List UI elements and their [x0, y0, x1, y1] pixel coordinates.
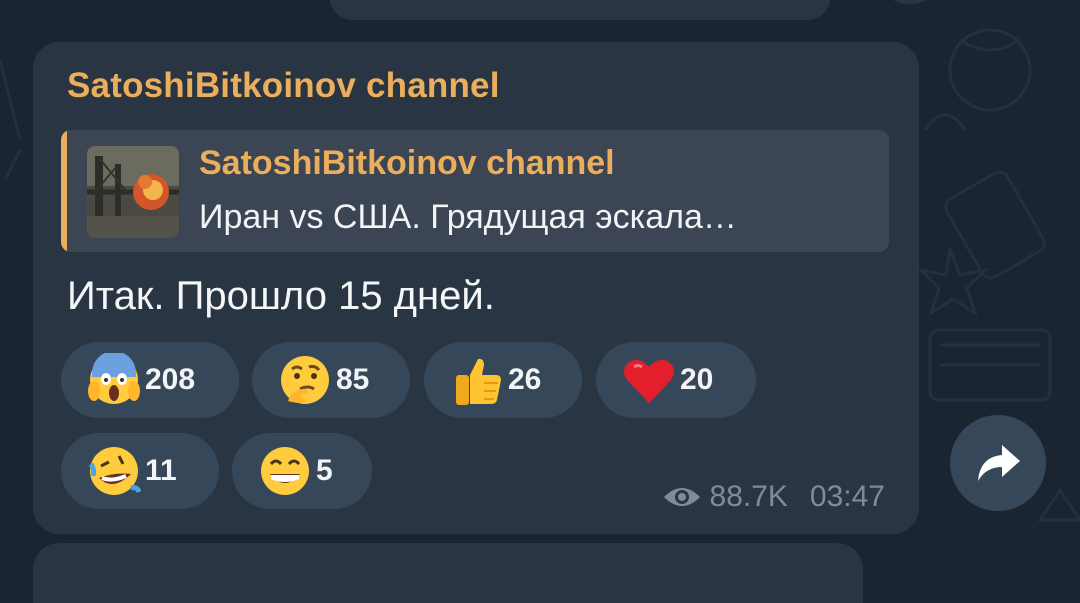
- reply-thumbnail: [87, 146, 179, 238]
- rolling-on-floor-laughing-icon: [88, 447, 141, 495]
- forward-button[interactable]: [950, 415, 1046, 511]
- reaction-count: 11: [145, 454, 177, 487]
- next-message-bubble: [33, 543, 863, 603]
- reply-title: SatoshiBitkoinov channel: [199, 144, 615, 182]
- reaction-count: 26: [508, 363, 542, 396]
- reaction-thumbs-up[interactable]: 26: [424, 342, 582, 418]
- thinking-face-icon: [281, 356, 329, 404]
- reaction-count: 85: [336, 363, 370, 396]
- channel-name[interactable]: SatoshiBitkoinov channel: [67, 66, 500, 106]
- thumbs-up-icon: [456, 358, 501, 405]
- views-eye-icon: [663, 488, 700, 506]
- message-bubble: SatoshiBitkoinov channel SatoshiBitkoino…: [33, 42, 919, 534]
- views-count: 88.7K: [709, 480, 788, 513]
- reaction-thinking[interactable]: 85: [252, 342, 410, 418]
- reply-text: Иран vs США. Грядущая эскала…: [199, 198, 737, 236]
- reaction-rofl[interactable]: 11: [61, 433, 219, 509]
- forward-arrow-icon: [978, 445, 1020, 481]
- previous-message-button[interactable]: [880, 0, 940, 4]
- reaction-count: 208: [145, 363, 196, 396]
- reply-accent-bar: [61, 130, 67, 252]
- message-time: 03:47: [809, 480, 885, 513]
- reaction-heart[interactable]: 20: [596, 342, 756, 418]
- red-heart-icon: [624, 359, 674, 403]
- reaction-scream[interactable]: 208: [61, 342, 239, 418]
- reaction-count: 5: [316, 454, 333, 487]
- grinning-face-with-smiling-eyes-icon: [261, 447, 309, 495]
- reply-quote[interactable]: SatoshiBitkoinov channel Иран vs США. Гр…: [61, 130, 889, 252]
- face-screaming-in-fear-icon: [88, 353, 140, 404]
- message-text: Итак. Прошло 15 дней.: [67, 274, 495, 318]
- message-meta: 88.7K 03:47: [662, 480, 885, 514]
- previous-message-bubble: [330, 0, 830, 20]
- reaction-count: 20: [680, 363, 714, 396]
- reaction-grin[interactable]: 5: [232, 433, 372, 509]
